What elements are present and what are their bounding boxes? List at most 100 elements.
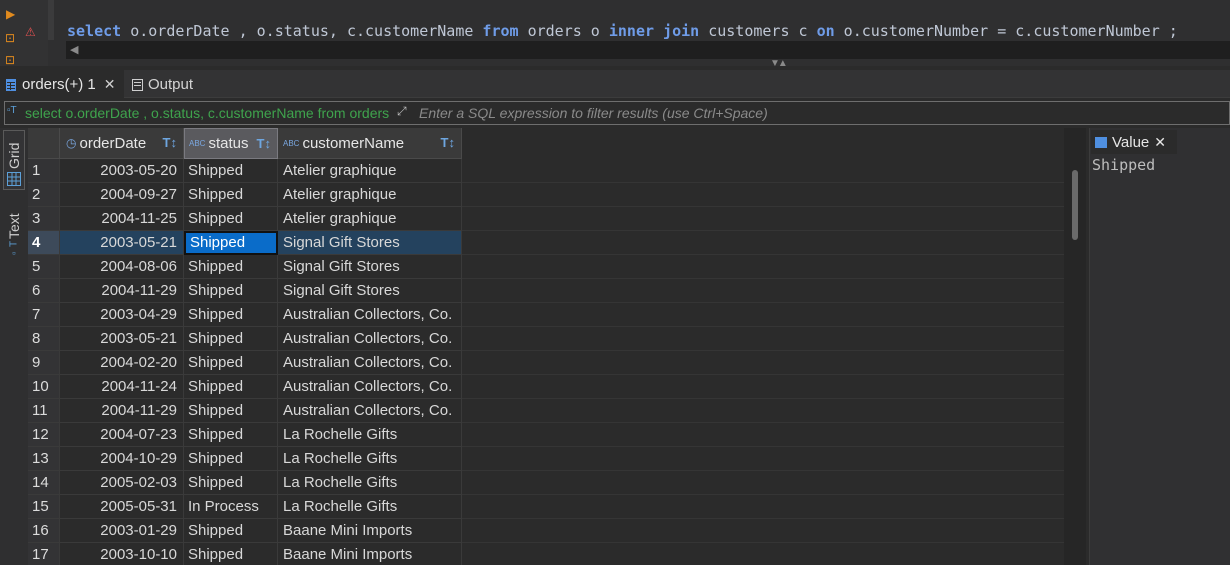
sql-editor[interactable]: ▶ ⊡ ⚠ ⊡ select o.orderDate , o.status, c…: [0, 0, 1230, 69]
cell-status[interactable]: Shipped: [184, 351, 278, 375]
cell-status[interactable]: Shipped: [184, 327, 278, 351]
close-icon[interactable]: ✕: [104, 76, 116, 93]
cell-orderdate[interactable]: 2003-05-20: [60, 159, 184, 183]
scrollbar-thumb[interactable]: [1072, 170, 1078, 240]
table-row[interactable]: 16 2003-01-29 Shipped Baane Mini Imports: [28, 519, 462, 543]
row-number[interactable]: 7: [28, 303, 60, 327]
results-grid[interactable]: ◷ orderDate T↕ ABC status T↕ ABC custome…: [28, 128, 1064, 565]
cell-status[interactable]: Shipped: [184, 447, 278, 471]
filter-query-text[interactable]: select o.orderDate , o.status, c.custome…: [25, 105, 391, 121]
cell-orderdate[interactable]: 2004-08-06: [60, 255, 184, 279]
cell-customername[interactable]: Australian Collectors, Co.: [278, 399, 462, 423]
table-row[interactable]: 14 2005-02-03 Shipped La Rochelle Gifts: [28, 471, 462, 495]
editor-horizontal-scrollbar[interactable]: ◀: [66, 41, 1230, 59]
row-number[interactable]: 13: [28, 447, 60, 471]
row-number[interactable]: 1: [28, 159, 60, 183]
table-row[interactable]: 4 2003-05-21 Shipped Signal Gift Stores: [28, 231, 462, 255]
cell-customername[interactable]: La Rochelle Gifts: [278, 423, 462, 447]
scroll-left-icon[interactable]: ◀: [70, 43, 78, 56]
expand-filter-icon[interactable]: ⤢: [397, 104, 413, 120]
column-header-status[interactable]: ABC status T↕: [184, 128, 278, 159]
table-row[interactable]: 12 2004-07-23 Shipped La Rochelle Gifts: [28, 423, 462, 447]
row-number[interactable]: 4: [28, 231, 60, 255]
cell-customername[interactable]: Baane Mini Imports: [278, 519, 462, 543]
cell-orderdate[interactable]: 2003-10-10: [60, 543, 184, 565]
cell-orderdate[interactable]: 2005-05-31: [60, 495, 184, 519]
table-row[interactable]: 15 2005-05-31 In Process La Rochelle Gifts: [28, 495, 462, 519]
row-number[interactable]: 9: [28, 351, 60, 375]
tab-text[interactable]: ▫T Text: [3, 200, 25, 260]
table-row[interactable]: 13 2004-10-29 Shipped La Rochelle Gifts: [28, 447, 462, 471]
cell-orderdate[interactable]: 2004-07-23: [60, 423, 184, 447]
row-number[interactable]: 14: [28, 471, 60, 495]
cell-status[interactable]: In Process: [184, 495, 278, 519]
execute-statement-icon[interactable]: ▶: [6, 8, 15, 20]
row-number[interactable]: 6: [28, 279, 60, 303]
tab-orders-results[interactable]: orders(+) 1 ✕: [0, 70, 124, 98]
cell-status[interactable]: Shipped: [184, 159, 278, 183]
cell-customername[interactable]: Australian Collectors, Co.: [278, 303, 462, 327]
close-icon[interactable]: ✕: [1154, 134, 1166, 151]
cell-orderdate[interactable]: 2004-02-20: [60, 351, 184, 375]
cell-orderdate[interactable]: 2003-04-29: [60, 303, 184, 327]
grid-vertical-scrollbar[interactable]: [1064, 128, 1086, 565]
table-row[interactable]: 8 2003-05-21 Shipped Australian Collectors,…: [28, 327, 462, 351]
table-row[interactable]: 7 2003-04-29 Shipped Australian Collectors,…: [28, 303, 462, 327]
maximize-results-icon[interactable]: ▼▲: [770, 58, 788, 69]
row-number[interactable]: 8: [28, 327, 60, 351]
sort-filter-icon[interactable]: T↕: [441, 135, 455, 150]
cell-customername[interactable]: Signal Gift Stores: [278, 231, 462, 255]
cell-customername[interactable]: Australian Collectors, Co.: [278, 375, 462, 399]
table-row[interactable]: 17 2003-10-10 Shipped Baane Mini Imports: [28, 543, 462, 565]
cell-customername[interactable]: Signal Gift Stores: [278, 255, 462, 279]
filter-bar[interactable]: ▫T select o.orderDate , o.status, c.cust…: [4, 101, 1230, 125]
cell-orderdate[interactable]: 2003-01-29: [60, 519, 184, 543]
row-number[interactable]: 16: [28, 519, 60, 543]
cell-customername[interactable]: Baane Mini Imports: [278, 543, 462, 565]
table-row[interactable]: 5 2004-08-06 Shipped Signal Gift Stores: [28, 255, 462, 279]
cell-status[interactable]: Shipped: [184, 183, 278, 207]
cell-customername[interactable]: Australian Collectors, Co.: [278, 327, 462, 351]
cell-orderdate[interactable]: 2004-11-29: [60, 399, 184, 423]
cell-status[interactable]: Shipped: [184, 303, 278, 327]
row-number[interactable]: 5: [28, 255, 60, 279]
row-number[interactable]: 11: [28, 399, 60, 423]
cell-customername[interactable]: Signal Gift Stores: [278, 279, 462, 303]
row-number[interactable]: 10: [28, 375, 60, 399]
cell-status[interactable]: Shipped: [184, 207, 278, 231]
cell-customername[interactable]: Atelier graphique: [278, 207, 462, 231]
tab-output[interactable]: Output: [126, 70, 206, 98]
script-icon[interactable]: ⊡: [5, 54, 15, 66]
table-row[interactable]: 3 2004-11-25 Shipped Atelier graphique: [28, 207, 462, 231]
table-row[interactable]: 1 2003-05-20 Shipped Atelier graphique: [28, 159, 462, 183]
row-number[interactable]: 17: [28, 543, 60, 565]
cell-orderdate[interactable]: 2004-11-24: [60, 375, 184, 399]
cell-customername[interactable]: Australian Collectors, Co.: [278, 351, 462, 375]
cell-orderdate[interactable]: 2003-05-21: [60, 231, 184, 255]
cell-status[interactable]: Shipped: [184, 231, 278, 255]
row-number[interactable]: 12: [28, 423, 60, 447]
cell-orderdate[interactable]: 2003-05-21: [60, 327, 184, 351]
cell-status[interactable]: Shipped: [184, 399, 278, 423]
row-number[interactable]: 2: [28, 183, 60, 207]
cell-orderdate[interactable]: 2004-11-25: [60, 207, 184, 231]
cell-status[interactable]: Shipped: [184, 471, 278, 495]
cell-status[interactable]: Shipped: [184, 519, 278, 543]
value-text[interactable]: Shipped: [1092, 156, 1155, 174]
tab-value[interactable]: Value ✕: [1091, 130, 1177, 154]
column-header-orderdate[interactable]: ◷ orderDate T↕: [60, 128, 184, 159]
cell-customername[interactable]: Atelier graphique: [278, 183, 462, 207]
cell-status[interactable]: Shipped: [184, 543, 278, 565]
filter-input[interactable]: Enter a SQL expression to filter results…: [419, 105, 768, 121]
cell-orderdate[interactable]: 2004-10-29: [60, 447, 184, 471]
tab-grid[interactable]: Grid: [3, 130, 25, 190]
table-row[interactable]: 2 2004-09-27 Shipped Atelier graphique: [28, 183, 462, 207]
cell-customername[interactable]: La Rochelle Gifts: [278, 471, 462, 495]
cell-customername[interactable]: La Rochelle Gifts: [278, 447, 462, 471]
cell-customername[interactable]: Atelier graphique: [278, 159, 462, 183]
cell-status[interactable]: Shipped: [184, 423, 278, 447]
row-number[interactable]: 3: [28, 207, 60, 231]
cell-orderdate[interactable]: 2004-11-29: [60, 279, 184, 303]
sql-statement[interactable]: select o.orderDate , o.status, c.custome…: [67, 22, 1178, 40]
table-row[interactable]: 11 2004-11-29 Shipped Australian Collectors…: [28, 399, 462, 423]
